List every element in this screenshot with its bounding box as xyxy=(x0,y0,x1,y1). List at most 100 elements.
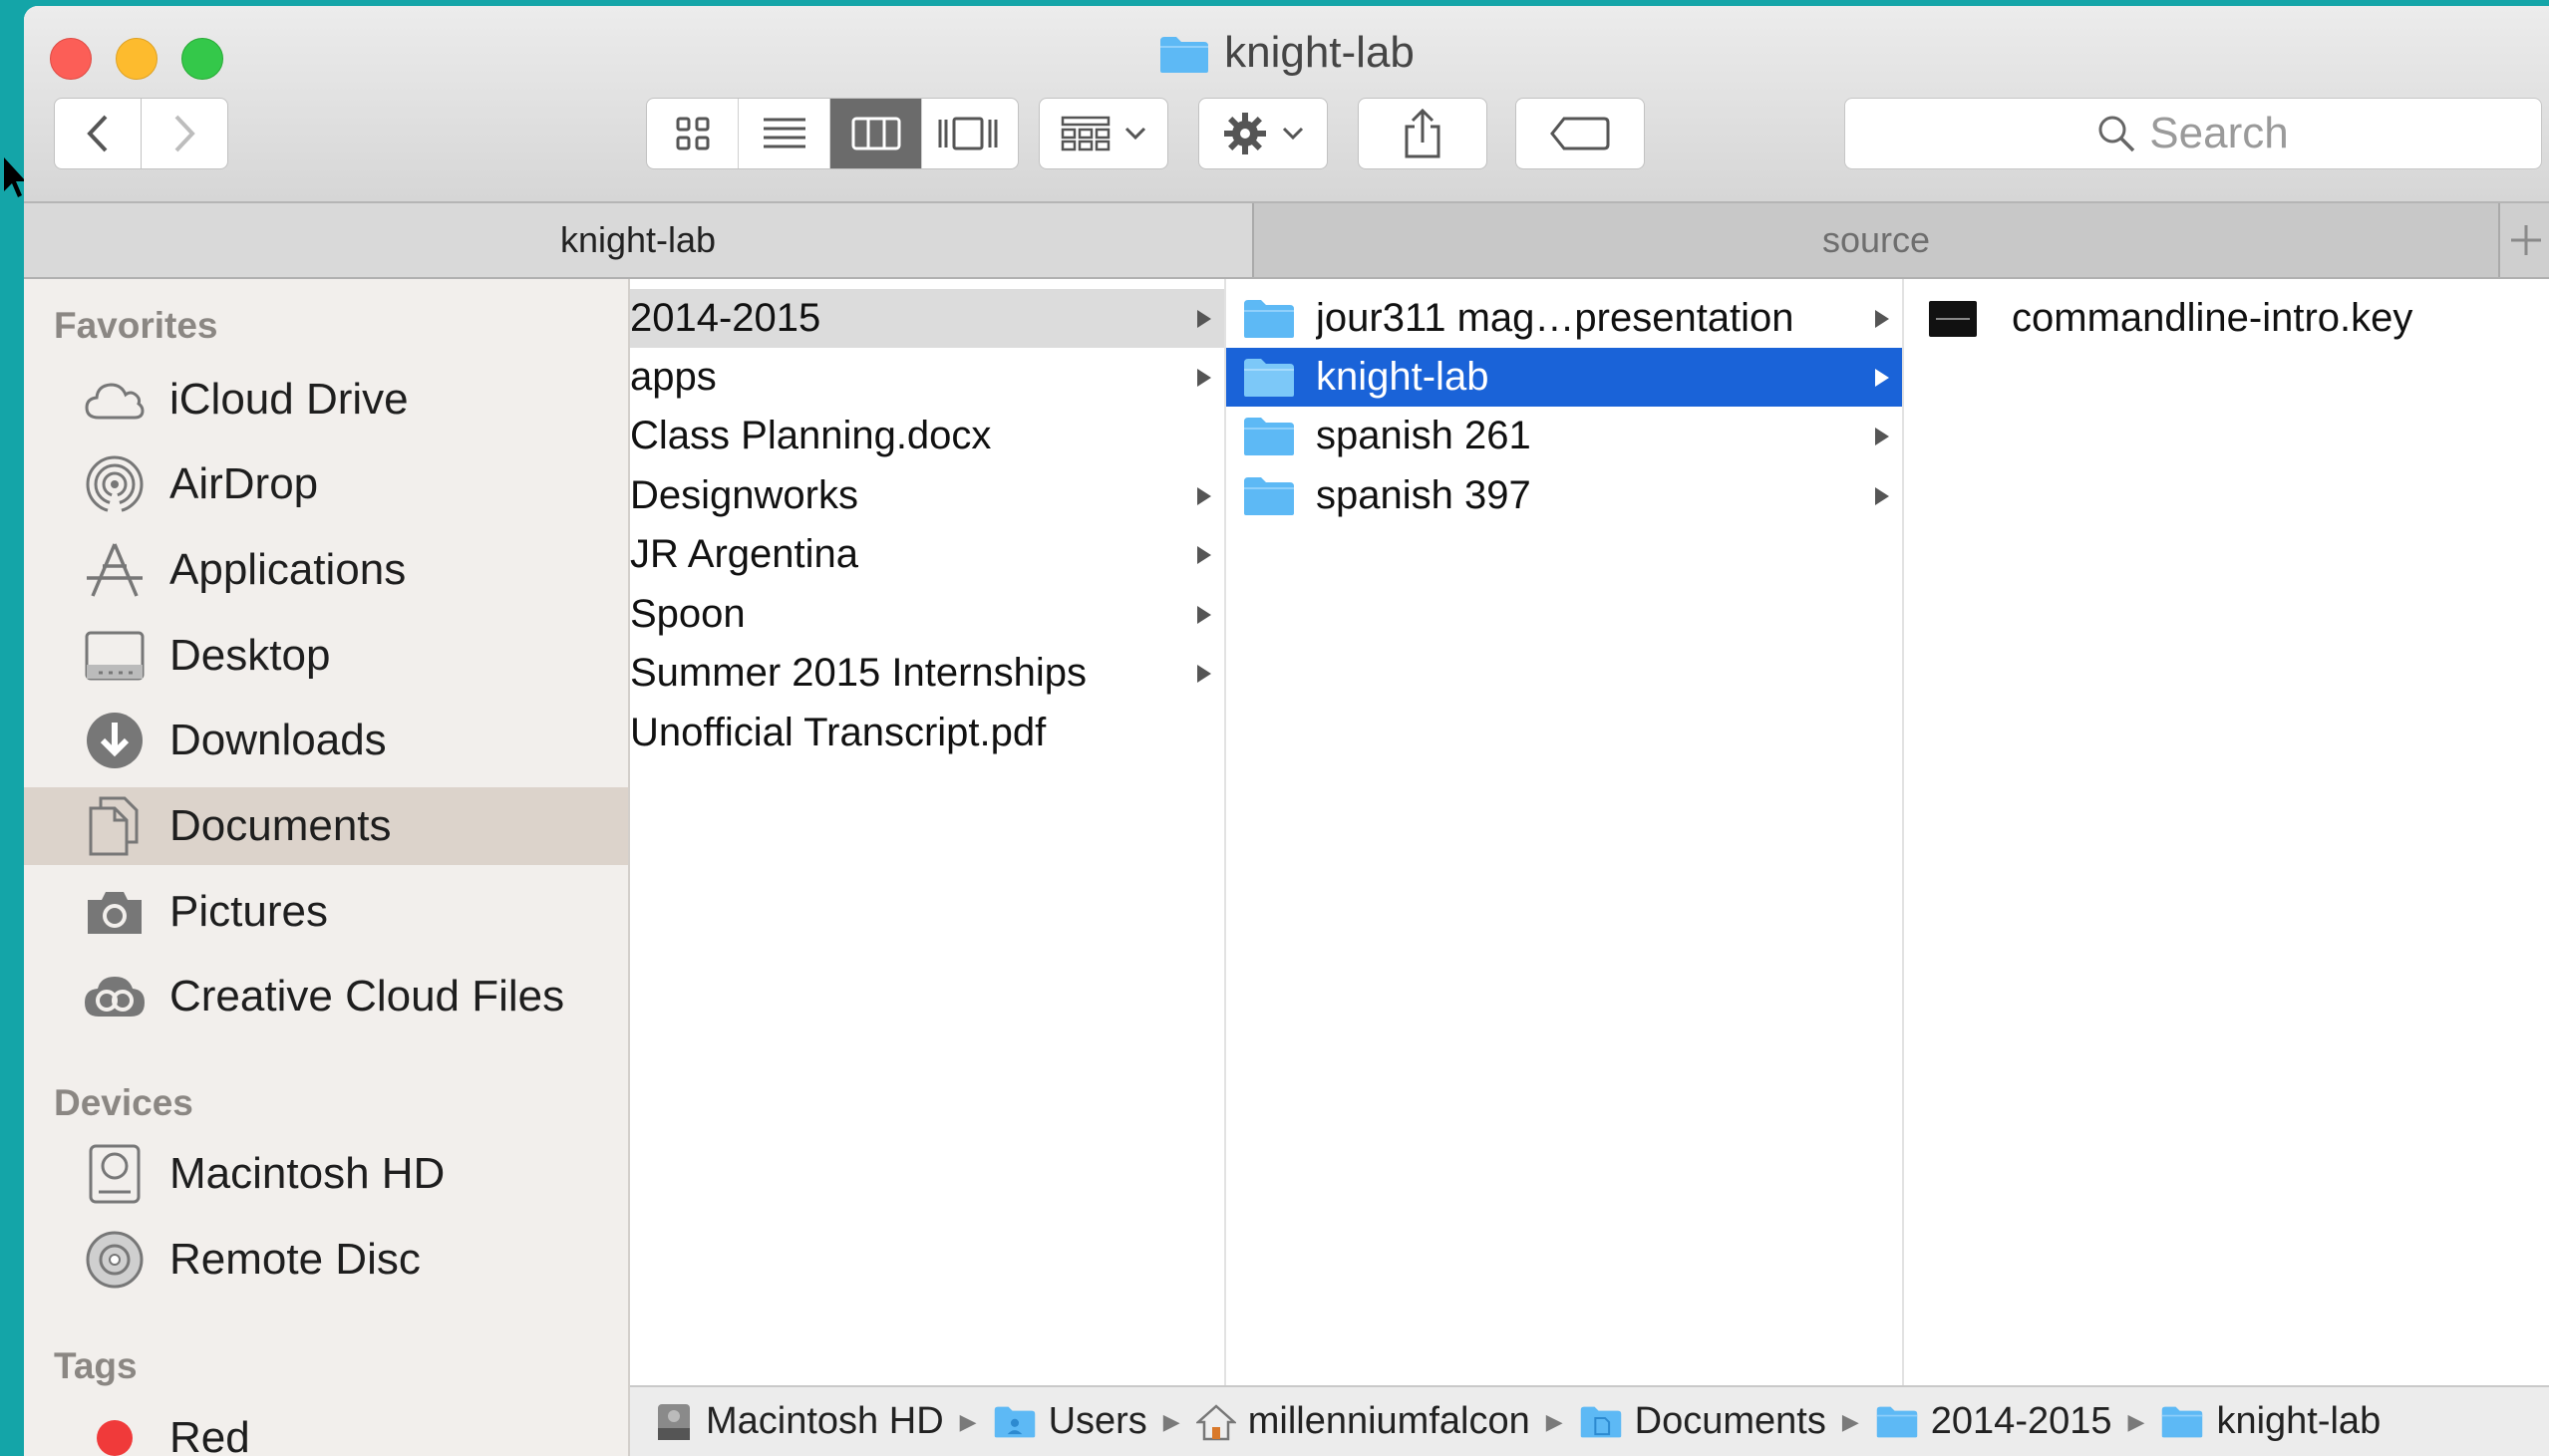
sidebar-item-icloud-drive[interactable]: iCloud Drive xyxy=(24,361,628,438)
arrange-icon xyxy=(1061,116,1111,151)
list-item-knight-lab[interactable]: knight-lab xyxy=(1226,348,1902,407)
sidebar-heading-devices: Devices xyxy=(54,1082,193,1123)
path-separator-icon: ▶ xyxy=(1841,1408,1859,1434)
column-view-button[interactable] xyxy=(830,99,922,168)
back-button[interactable] xyxy=(54,98,142,169)
list-item-jr-argentina[interactable]: JR Argentina xyxy=(630,525,1224,584)
search-field[interactable]: Search xyxy=(1844,98,2542,169)
sidebar-item-label: Pictures xyxy=(169,887,328,936)
chevron-left-icon xyxy=(87,115,108,152)
finder-window: knight-lab Search knight-lab source Favo… xyxy=(24,6,2549,1456)
disclosure-arrow-icon xyxy=(1197,545,1211,564)
hard-drive-icon xyxy=(658,1403,690,1440)
toolbar: knight-lab Search xyxy=(24,6,2549,203)
sidebar-item-documents[interactable]: Documents xyxy=(24,787,628,865)
sidebar-item-label: Red xyxy=(169,1413,250,1456)
share-button[interactable] xyxy=(1358,98,1487,169)
chevron-down-icon xyxy=(1282,127,1304,141)
tab-bar: knight-lab source xyxy=(24,203,2549,279)
tab-knight-lab[interactable]: knight-lab xyxy=(24,203,1254,277)
sidebar-heading-favorites: Favorites xyxy=(54,305,218,346)
path-item-millenniumfalcon[interactable]: millenniumfalcon xyxy=(1195,1400,1530,1443)
sidebar-heading-tags: Tags xyxy=(54,1345,138,1386)
disclosure-arrow-icon xyxy=(1875,309,1889,328)
action-button[interactable] xyxy=(1198,98,1328,169)
folder-icon xyxy=(1244,476,1294,515)
list-item-unofficial-transcript[interactable]: Unofficial Transcript.pdf xyxy=(630,704,1224,762)
cover-flow-button[interactable] xyxy=(922,99,1014,168)
airdrop-icon xyxy=(86,455,144,514)
path-bar: Macintosh HD ▶ Users ▶ millenniumfalcon … xyxy=(630,1385,2549,1456)
disclosure-arrow-icon xyxy=(1875,486,1889,505)
documents-icon xyxy=(89,796,139,856)
new-tab-button[interactable] xyxy=(2498,203,2549,277)
folder-icon xyxy=(1160,37,1209,73)
disclosure-arrow-icon xyxy=(1197,368,1211,387)
list-view-button[interactable] xyxy=(739,99,830,168)
applications-icon xyxy=(87,543,143,597)
path-item-knight-lab[interactable]: knight-lab xyxy=(2160,1400,2381,1443)
browser-column-2: jour311 mag…presentation knight-lab span… xyxy=(1226,279,1904,1385)
folder-icon xyxy=(1244,358,1294,397)
list-item-jour311[interactable]: jour311 mag…presentation xyxy=(1226,289,1902,348)
sidebar-item-tag-red[interactable]: Red xyxy=(24,1399,628,1456)
sidebar-item-desktop[interactable]: Desktop xyxy=(24,617,628,695)
folder-icon xyxy=(1580,1406,1621,1437)
list-item-spanish-397[interactable]: spanish 397 xyxy=(1226,466,1902,525)
path-item-users[interactable]: Users xyxy=(993,1400,1147,1443)
path-item-documents[interactable]: Documents xyxy=(1579,1400,1826,1443)
edit-tags-button[interactable] xyxy=(1515,98,1645,169)
sidebar-item-label: Documents xyxy=(169,801,392,850)
folder-icon xyxy=(2162,1406,2203,1437)
list-item-summer-2015-internships[interactable]: Summer 2015 Internships xyxy=(630,644,1224,703)
camera-icon xyxy=(88,892,142,934)
path-item-macintosh-hd[interactable]: Macintosh HD xyxy=(654,1400,944,1443)
sidebar-item-applications[interactable]: Applications xyxy=(24,531,628,609)
plus-icon xyxy=(2510,225,2541,255)
disclosure-arrow-icon xyxy=(1875,368,1889,387)
browser-column-3: commandline-intro.key xyxy=(1904,279,2549,1385)
folder-icon xyxy=(1876,1406,1918,1437)
keynote-file-icon xyxy=(1929,300,1977,337)
sidebar-item-remote-disc[interactable]: Remote Disc xyxy=(24,1221,628,1299)
cloud-icon xyxy=(85,383,145,420)
sidebar-item-airdrop[interactable]: AirDrop xyxy=(24,445,628,523)
desktop-icon xyxy=(85,631,145,681)
disc-icon xyxy=(86,1231,144,1289)
sidebar-item-creative-cloud-files[interactable]: Creative Cloud Files xyxy=(24,958,628,1035)
mouse-cursor-icon xyxy=(4,157,26,197)
arrange-button[interactable] xyxy=(1039,98,1168,169)
list-view-icon xyxy=(763,118,805,148)
sidebar-item-label: Applications xyxy=(169,545,407,594)
chevron-down-icon xyxy=(1124,127,1146,141)
sidebar-item-label: Remote Disc xyxy=(169,1235,421,1284)
list-item-2014-2015[interactable]: 2014-2015 xyxy=(630,289,1224,348)
path-separator-icon: ▶ xyxy=(2127,1408,2145,1434)
hard-drive-icon xyxy=(89,1144,141,1204)
icon-view-button[interactable] xyxy=(647,99,739,168)
downloads-icon xyxy=(87,713,143,768)
path-item-2014-2015[interactable]: 2014-2015 xyxy=(1875,1400,2112,1443)
window-title: knight-lab xyxy=(24,28,2549,78)
sidebar-item-downloads[interactable]: Downloads xyxy=(24,702,628,779)
forward-button[interactable] xyxy=(141,98,228,169)
search-placeholder: Search xyxy=(2149,109,2289,157)
list-item-apps[interactable]: apps xyxy=(630,348,1224,407)
sidebar-item-label: Creative Cloud Files xyxy=(169,972,565,1020)
list-item-spoon[interactable]: Spoon xyxy=(630,585,1224,644)
red-tag-dot-icon xyxy=(97,1420,133,1456)
list-item-class-planning[interactable]: Class Planning.docx xyxy=(630,407,1224,465)
column-view-icon xyxy=(851,117,900,150)
list-item-commandline-intro[interactable]: commandline-intro.key xyxy=(1904,289,2549,348)
disclosure-arrow-icon xyxy=(1197,605,1211,624)
sidebar-item-pictures[interactable]: Pictures xyxy=(24,873,628,951)
share-icon xyxy=(1405,109,1440,158)
sidebar-item-label: Macintosh HD xyxy=(169,1149,446,1198)
folder-icon xyxy=(994,1406,1035,1437)
sidebar-item-macintosh-hd[interactable]: Macintosh HD xyxy=(24,1135,628,1213)
tag-icon xyxy=(1550,117,1610,150)
disclosure-arrow-icon xyxy=(1875,427,1889,445)
list-item-designworks[interactable]: Designworks xyxy=(630,466,1224,525)
tab-source[interactable]: source xyxy=(1254,203,2498,277)
list-item-spanish-261[interactable]: spanish 261 xyxy=(1226,407,1902,465)
